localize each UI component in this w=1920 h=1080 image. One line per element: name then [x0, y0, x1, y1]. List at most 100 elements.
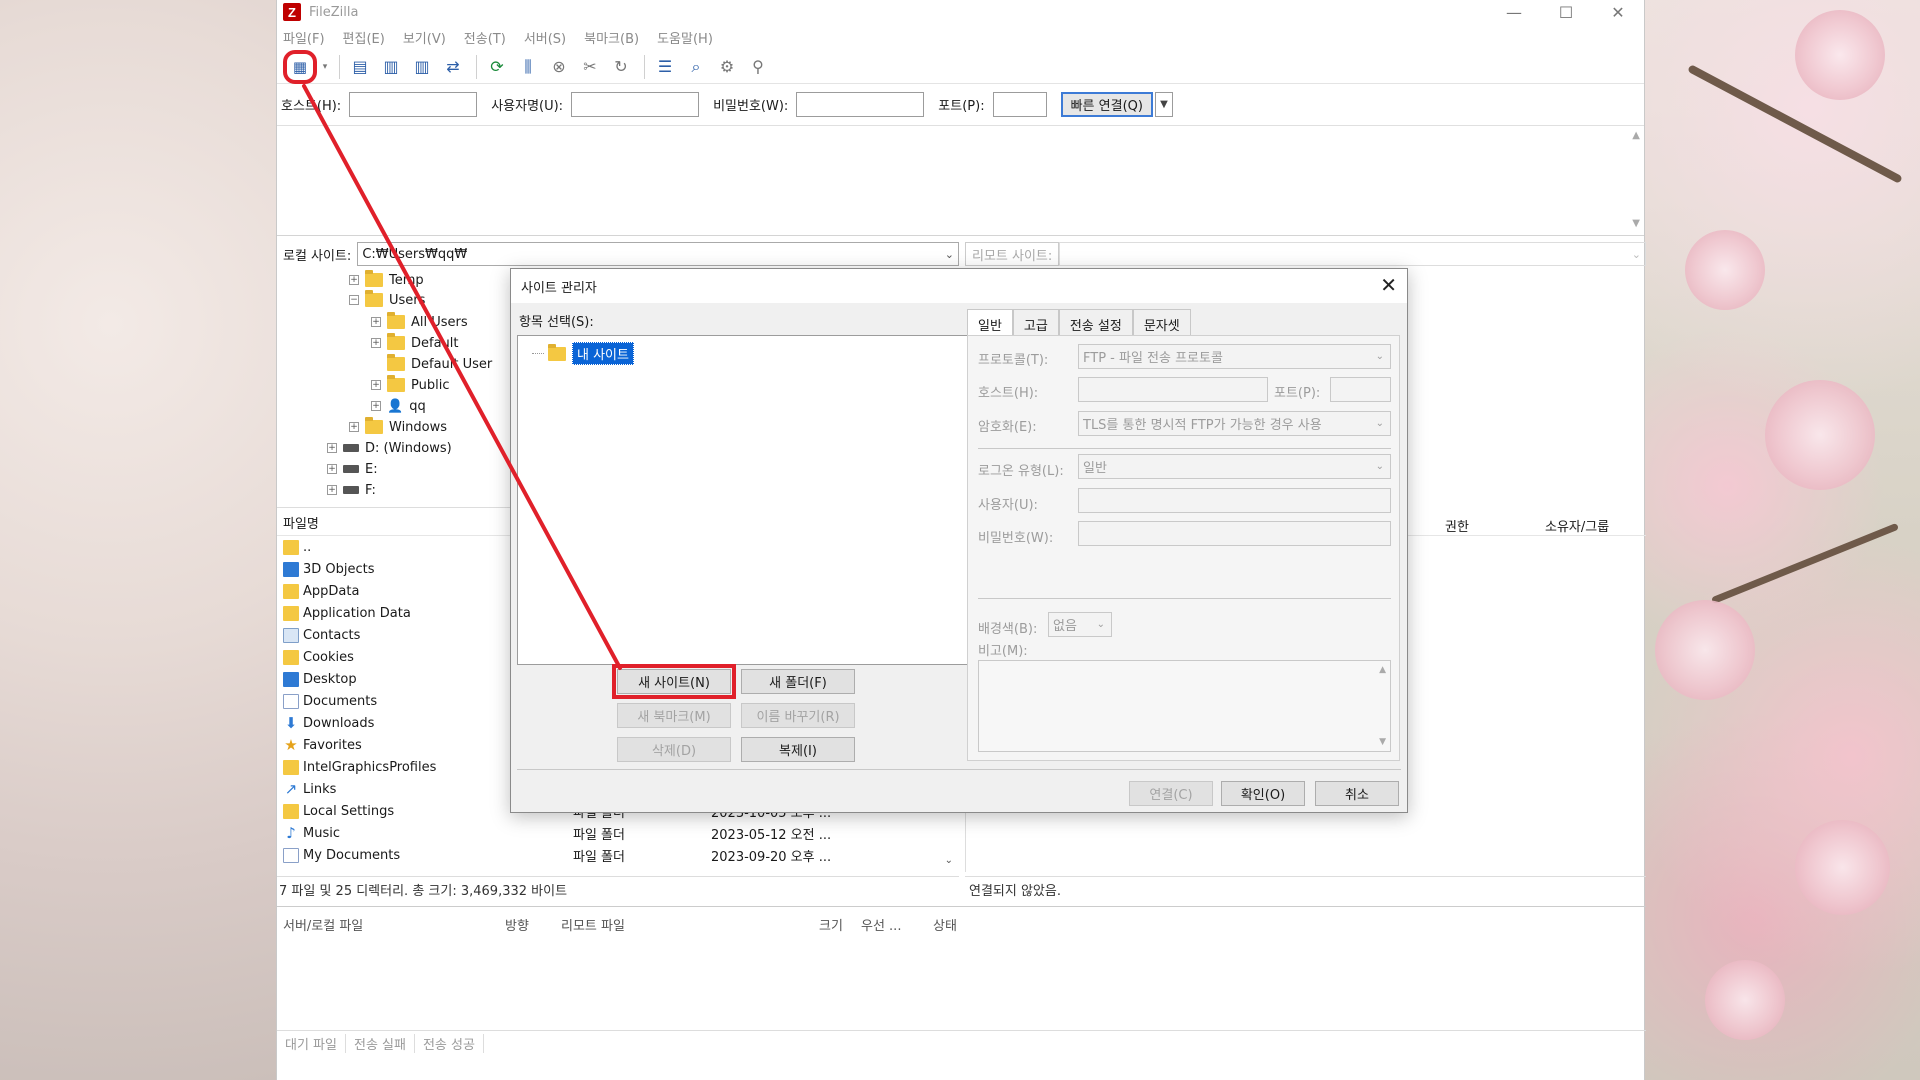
- tree-node[interactable]: + Windows: [349, 417, 447, 437]
- site-manager-dropdown-icon[interactable]: ▾: [320, 53, 330, 81]
- new-site-button[interactable]: 새 사이트(N): [612, 664, 736, 699]
- cancel-operation-icon[interactable]: ⊗: [545, 53, 573, 81]
- quickconnect-button[interactable]: 빠른 연결(Q): [1060, 92, 1153, 117]
- synchronized-browsing-icon[interactable]: ⚙: [713, 53, 741, 81]
- toggle-local-tree-icon[interactable]: ▥: [377, 53, 405, 81]
- drive-icon: [343, 486, 359, 494]
- remote-path-combobox[interactable]: ⌄: [1059, 242, 1646, 266]
- tab-successful-transfers[interactable]: 전송 성공: [415, 1034, 484, 1053]
- search-files-icon[interactable]: ⚲: [744, 53, 772, 81]
- minimize-button[interactable]: —: [1488, 0, 1540, 24]
- password-input[interactable]: [796, 92, 925, 117]
- tree-node[interactable]: + All Users: [371, 312, 468, 332]
- scroll-down-icon[interactable]: ▼: [1379, 737, 1386, 747]
- column-direction[interactable]: 방향: [505, 915, 529, 934]
- refresh-icon[interactable]: ⟳: [483, 53, 511, 81]
- site-manager-icon[interactable]: ▦: [283, 49, 317, 84]
- toggle-transfer-queue-icon[interactable]: ⇄: [439, 53, 467, 81]
- duplicate-button[interactable]: 복제(I): [741, 737, 855, 762]
- column-permissions[interactable]: 권한: [1445, 516, 1469, 535]
- chevron-down-icon: ⌄: [1375, 461, 1384, 472]
- tab-queued-files[interactable]: 대기 파일: [277, 1034, 346, 1053]
- menu-edit[interactable]: 편집(E): [343, 28, 385, 47]
- menu-help[interactable]: 도움말(H): [657, 28, 713, 47]
- menu-bar: 파일(F) 편집(E) 보기(V) 전송(T) 서버(S) 북마크(B) 도움말…: [277, 24, 1644, 50]
- menu-bookmarks[interactable]: 북마크(B): [584, 28, 639, 47]
- background-color-select[interactable]: 없음 ⌄: [1048, 612, 1112, 637]
- close-button[interactable]: ✕: [1592, 0, 1644, 24]
- disconnect-icon[interactable]: ✂: [576, 53, 604, 81]
- encryption-select[interactable]: TLS를 통한 명시적 FTP가 가능한 경우 사용 ⌄: [1078, 411, 1391, 436]
- tree-node[interactable]: + D: (Windows): [327, 438, 452, 458]
- comment-textarea[interactable]: ▲ ▼: [978, 660, 1391, 752]
- protocol-select[interactable]: FTP - 파일 전송 프로토콜 ⌄: [1078, 344, 1391, 369]
- column-filename[interactable]: 파일명: [283, 513, 319, 532]
- tree-node[interactable]: Default User: [387, 354, 492, 374]
- tab-failed-transfers[interactable]: 전송 실패: [346, 1034, 415, 1053]
- ok-button[interactable]: 확인(O): [1221, 781, 1305, 806]
- tab-general[interactable]: 일반: [967, 309, 1013, 335]
- local-path-combobox[interactable]: C:₩Users₩qq₩ ⌄: [357, 242, 959, 266]
- folder-icon: [283, 803, 299, 819]
- password-label: 비밀번호(W):: [978, 531, 1054, 546]
- list-item[interactable]: ♪ Music 파일 폴더 2023-05-12 오전 ...: [277, 822, 959, 844]
- remote-site-bar: 리모트 사이트: ⌄: [965, 240, 1646, 268]
- column-priority[interactable]: 우선 ...: [861, 915, 901, 934]
- scroll-down-icon[interactable]: ▼: [1632, 218, 1640, 229]
- tree-node[interactable]: + F:: [327, 480, 376, 500]
- rename-button[interactable]: 이름 바꾸기(R): [741, 703, 855, 728]
- scroll-up-icon[interactable]: ▲: [1379, 665, 1386, 675]
- column-status[interactable]: 상태: [933, 915, 957, 934]
- port-field[interactable]: [1330, 377, 1391, 402]
- column-size[interactable]: 크기: [819, 915, 843, 934]
- username-input[interactable]: [571, 92, 700, 117]
- port-input[interactable]: [992, 92, 1047, 117]
- menu-view[interactable]: 보기(V): [403, 28, 446, 47]
- scroll-up-icon[interactable]: ▲: [1632, 130, 1640, 141]
- new-bookmark-button[interactable]: 새 북마크(M): [617, 703, 731, 728]
- connect-button[interactable]: 연결(C): [1129, 781, 1213, 806]
- toggle-message-log-icon[interactable]: ▤: [346, 53, 374, 81]
- list-item[interactable]: My Documents 파일 폴더 2023-09-20 오후 ...: [277, 844, 959, 866]
- documents-icon: [283, 847, 299, 863]
- password-field[interactable]: [1078, 521, 1391, 546]
- process-queue-icon[interactable]: ⫼: [514, 53, 542, 81]
- tree-node[interactable]: − Users: [349, 290, 425, 310]
- maximize-button[interactable]: ☐: [1540, 0, 1592, 24]
- close-icon[interactable]: ✕: [1380, 273, 1397, 297]
- chevron-down-icon[interactable]: ⌄: [945, 248, 954, 261]
- tree-node[interactable]: + Public: [371, 375, 449, 395]
- tree-node-my-sites[interactable]: 내 사이트: [532, 342, 634, 365]
- tab-transfer-settings[interactable]: 전송 설정: [1058, 309, 1133, 335]
- directory-comparison-icon[interactable]: ⌕: [682, 53, 710, 81]
- background-color-label: 배경색(B):: [978, 622, 1038, 637]
- 3d-objects-icon: [283, 561, 299, 577]
- logon-type-select[interactable]: 일반 ⌄: [1078, 454, 1391, 479]
- quickconnect-history-dropdown[interactable]: ▼: [1154, 92, 1173, 117]
- column-server-local-file[interactable]: 서버/로컬 파일: [283, 915, 363, 934]
- reconnect-icon[interactable]: ↻: [607, 53, 635, 81]
- menu-file[interactable]: 파일(F): [283, 28, 325, 47]
- tree-node[interactable]: + E:: [327, 459, 378, 479]
- menu-transfer[interactable]: 전송(T): [464, 28, 506, 47]
- host-input[interactable]: [349, 92, 478, 117]
- chevron-down-icon[interactable]: ⌄: [1632, 248, 1641, 261]
- cancel-button[interactable]: 취소: [1315, 781, 1399, 806]
- toggle-remote-tree-icon[interactable]: ▥: [408, 53, 436, 81]
- user-field[interactable]: [1078, 488, 1391, 513]
- tree-node[interactable]: + Temp: [349, 270, 424, 290]
- column-owner-group[interactable]: 소유자/그룹: [1545, 516, 1609, 535]
- tree-node[interactable]: + 👤 qq: [371, 396, 426, 416]
- title-bar: Z FileZilla — ☐ ✕: [277, 0, 1644, 24]
- host-field[interactable]: [1078, 377, 1268, 402]
- menu-server[interactable]: 서버(S): [524, 28, 566, 47]
- column-remote-file[interactable]: 리모트 파일: [561, 915, 625, 934]
- tree-node[interactable]: + Default: [371, 333, 459, 353]
- tab-charset[interactable]: 문자셋: [1132, 309, 1191, 335]
- scroll-down-icon[interactable]: ⌄: [945, 855, 953, 866]
- delete-button[interactable]: 삭제(D): [617, 737, 731, 762]
- new-folder-button[interactable]: 새 폴더(F): [741, 669, 855, 694]
- directory-filter-icon[interactable]: ☰: [651, 53, 679, 81]
- tab-advanced[interactable]: 고급: [1012, 309, 1059, 335]
- contacts-icon: [283, 627, 299, 643]
